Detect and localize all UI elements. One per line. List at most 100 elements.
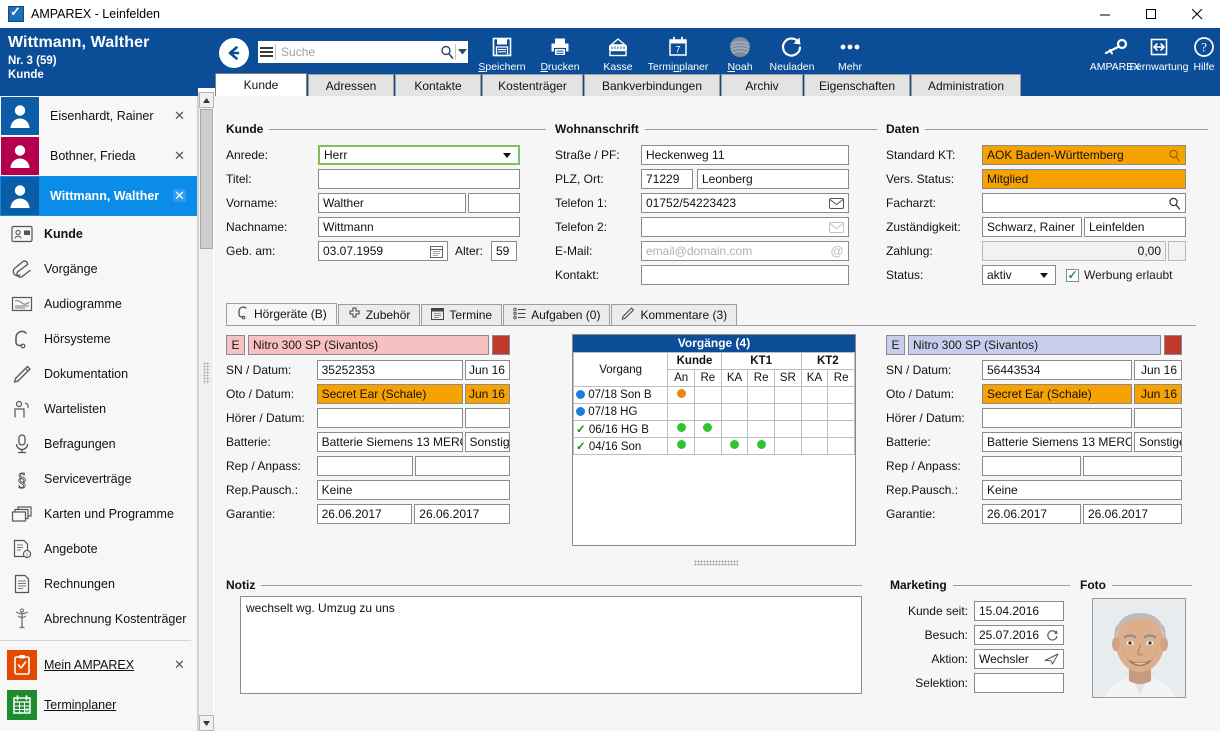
strasse-input[interactable]: Heckenweg 11 (641, 145, 849, 165)
rep-pausch-input[interactable]: Keine (316, 480, 510, 500)
tab-kunde[interactable]: Kunde (215, 73, 307, 96)
toolbar-button-kasse[interactable]: Kasse (589, 30, 647, 78)
plz-input[interactable]: 71229 (641, 169, 693, 189)
sn-input[interactable]: 35252353 (316, 360, 463, 380)
tab-kostentraeger[interactable]: Kostenträger (482, 74, 583, 96)
rep-input[interactable] (316, 456, 414, 476)
toolbar-button-speichern[interactable]: Speichern (473, 30, 531, 78)
inner-tab-kommentare[interactable]: Kommentare (3) (611, 304, 738, 325)
sidebar-item-audiogramme[interactable]: Audiogramme (0, 286, 197, 321)
garantie-von-input[interactable]: 26.06.2017 (982, 504, 1081, 524)
tab-bankverbindungen[interactable]: Bankverbindungen (584, 74, 720, 96)
sidebar-item-vorgaenge[interactable]: Vorgänge (0, 251, 197, 286)
hoerer-datum-input[interactable] (464, 408, 510, 428)
envelope-icon[interactable] (825, 197, 844, 209)
anpass-input[interactable] (415, 456, 510, 476)
customer-photo[interactable] (1092, 598, 1186, 698)
search-icon[interactable] (1164, 197, 1181, 210)
back-button[interactable] (219, 38, 249, 68)
inner-tab-aufgaben[interactable]: Aufgaben (0) (503, 304, 611, 325)
batterie-typ-input[interactable]: Sonstige (464, 432, 510, 452)
sidebar-item-servicevertraege[interactable]: § Serviceverträge (0, 461, 197, 496)
standard-kt-input[interactable]: AOK Baden-Württemberg (982, 145, 1186, 165)
toolbar-button-noah[interactable]: Noah (711, 30, 769, 78)
table-row[interactable]: 07/18 Son B (572, 386, 855, 404)
scroll-up-arrow[interactable] (199, 92, 214, 108)
tab-archiv[interactable]: Archiv (721, 74, 803, 96)
sidebar-item-wartelisten[interactable]: Wartelisten (0, 391, 197, 426)
oto-datum-input[interactable]: Jun 16 (1134, 384, 1182, 404)
close-button[interactable] (1174, 0, 1220, 28)
maximize-button[interactable] (1128, 0, 1174, 28)
close-icon[interactable]: ✕ (173, 189, 186, 202)
rep-input[interactable] (982, 456, 1081, 476)
garantie-von-input[interactable]: 26.06.2017 (316, 504, 413, 524)
toolbar-button-drucken[interactable]: Drucken (531, 30, 589, 78)
werbung-erlaubt-checkbox[interactable]: ✓ Werbung erlaubt (1066, 268, 1173, 282)
tab-eigenschaften[interactable]: Eigenschaften (804, 74, 910, 96)
inner-tab-termine[interactable]: Termine (421, 304, 503, 325)
sn-datum-input[interactable]: Jun 16 (464, 360, 510, 380)
sn-input[interactable]: 56443534 (982, 360, 1132, 380)
anpass-input[interactable] (1083, 456, 1182, 476)
zustaendigkeit-filiale-input[interactable]: Leinfelden (1084, 217, 1186, 237)
scrollbar-thumb[interactable] (200, 109, 213, 249)
device-color-swatch[interactable] (492, 335, 510, 355)
table-row[interactable]: ✓ 06/16 HG B (572, 420, 855, 438)
toolbar-button-fernwartung[interactable]: Fernwartung (1125, 30, 1193, 78)
minimize-button[interactable] (1082, 0, 1128, 28)
close-icon[interactable]: ✕ (173, 109, 186, 122)
device-name-input[interactable]: Nitro 300 SP (Sivantos) (248, 335, 489, 355)
geburtsdatum-input[interactable]: 03.07.1959 (318, 241, 448, 261)
nachname-input[interactable]: Wittmann (318, 217, 520, 237)
hoerer-input[interactable] (982, 408, 1132, 428)
sidebar-item-hoersysteme[interactable]: Hörsysteme (0, 321, 197, 356)
close-icon[interactable]: ✕ (173, 149, 186, 162)
sidebar-item-mein-amparex[interactable]: Mein AMPAREX ✕ (0, 645, 197, 685)
vers-status-input[interactable]: Mitglied (982, 169, 1186, 189)
device-color-swatch[interactable] (1164, 335, 1182, 355)
email-input[interactable]: email@domain.com @ (641, 241, 849, 261)
refresh-icon[interactable] (1042, 629, 1059, 642)
rep-pausch-input[interactable]: Keine (982, 480, 1182, 500)
tab-administration[interactable]: Administration (911, 74, 1021, 96)
oto-input[interactable]: Secret Ear (Schale) (316, 384, 463, 404)
device-name-input[interactable]: Nitro 300 SP (Sivantos) (908, 335, 1161, 355)
search-menu-icon[interactable] (258, 47, 275, 57)
facharzt-input[interactable] (982, 193, 1186, 213)
telefon2-input[interactable] (641, 217, 849, 237)
table-row[interactable]: 07/18 HG (572, 403, 855, 421)
sidebar-item-rechnungen[interactable]: Rechnungen (0, 566, 197, 601)
send-icon[interactable] (1040, 653, 1059, 665)
garantie-bis-input[interactable]: 26.06.2017 (414, 504, 510, 524)
calendar-icon[interactable] (426, 245, 443, 258)
inner-tab-hoergeraete[interactable]: Hörgeräte (B) (226, 303, 337, 325)
oto-datum-input[interactable]: Jun 16 (464, 384, 510, 404)
search-bar[interactable] (258, 41, 468, 63)
vorgaenge-table[interactable]: Vorgänge (4) Vorgang Kunde KT1 KT2 An Re… (572, 334, 856, 546)
titel-input[interactable] (318, 169, 520, 189)
hoerer-datum-input[interactable] (1134, 408, 1182, 428)
sidebar-item-kunde[interactable]: Kunde (0, 216, 197, 251)
sidebar-item-karten-und-programme[interactable]: Karten und Programme (0, 496, 197, 531)
search-dropdown-icon[interactable] (455, 44, 468, 60)
batterie-input[interactable]: Batterie Siemens 13 MERC (982, 432, 1132, 452)
garantie-bis-input[interactable]: 26.06.2017 (1083, 504, 1182, 524)
toolbar-button-hilfe[interactable]: ? Hilfe (1188, 30, 1220, 78)
batterie-input[interactable]: Batterie Siemens 13 MERC (316, 432, 463, 452)
kontakt-input[interactable] (641, 265, 849, 285)
sidebar-item-dokumentation[interactable]: Dokumentation (0, 356, 197, 391)
tab-kontakte[interactable]: Kontakte (395, 74, 481, 96)
sidebar-item-abrechnung-kostentraeger[interactable]: Abrechnung Kostenträger (0, 601, 197, 636)
sidebar-item-angebote[interactable]: i Angebote (0, 531, 197, 566)
search-input[interactable] (276, 44, 439, 60)
sidebar-customer-bothner[interactable]: Bothner, Frieda ✕ (0, 136, 197, 176)
inner-tab-zubehoer[interactable]: Zubehör (337, 304, 421, 325)
tab-adressen[interactable]: Adressen (308, 74, 394, 96)
sidebar-item-befragungen[interactable]: Befragungen (0, 426, 197, 461)
toolbar-button-terminplaner[interactable]: 7 Terminplaner (645, 30, 711, 78)
toolbar-button-neuladen[interactable]: Neuladen (763, 30, 821, 78)
status-select[interactable]: aktiv (982, 265, 1056, 285)
vorname-input[interactable]: Walther (318, 193, 466, 213)
anrede-select[interactable]: Herr (318, 145, 520, 165)
